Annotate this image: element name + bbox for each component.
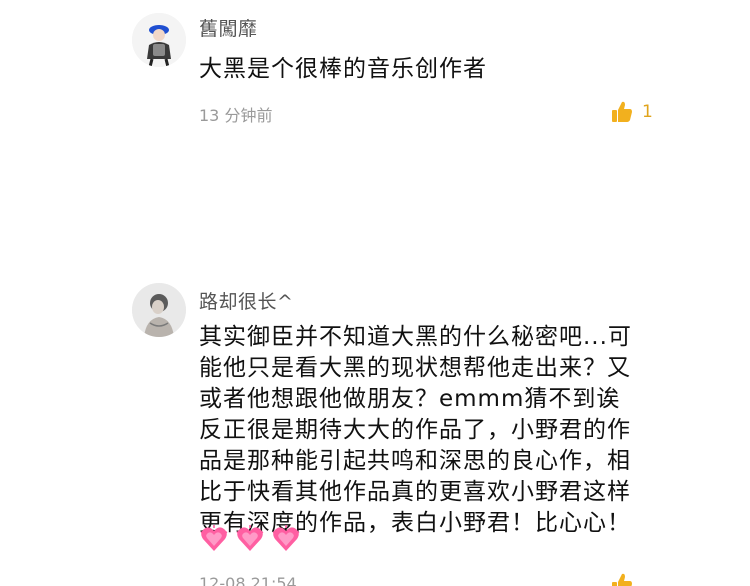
like-button[interactable] <box>610 572 642 586</box>
avatar[interactable] <box>132 283 186 337</box>
username[interactable]: 路却很长^ <box>199 287 293 314</box>
growing-heart-icon <box>236 525 264 551</box>
avatar[interactable] <box>132 13 186 67</box>
comment-text: 大黑是个很棒的音乐创作者 <box>199 56 487 82</box>
growing-heart-icon <box>272 525 300 551</box>
growing-heart-icon <box>200 525 228 551</box>
comment-item: 舊闖靡 大黑是个很棒的音乐创作者 13 分钟前 1 <box>0 0 750 160</box>
comment-text: 其实御臣并不知道大黑的什么秘密吧...可 能他只是看大黑的现状想帮他走出来？又 … <box>199 324 632 536</box>
thumbs-up-icon <box>610 100 634 124</box>
comments-page: 舊闖靡 大黑是个很棒的音乐创作者 13 分钟前 1 路却很长^ 其实御臣并不知道… <box>0 0 750 586</box>
like-button[interactable]: 1 <box>610 100 653 124</box>
comment-item: 路却很长^ 其实御臣并不知道大黑的什么秘密吧...可 能他只是看大黑的现状想帮他… <box>0 268 750 586</box>
emoji-row <box>199 524 301 554</box>
avatar-image <box>132 13 186 67</box>
username[interactable]: 舊闖靡 <box>199 14 258 41</box>
like-count: 1 <box>642 102 653 122</box>
thumbs-up-icon <box>610 572 634 586</box>
comment-time: 13 分钟前 <box>199 106 273 125</box>
avatar-image <box>132 283 186 337</box>
comment-time: 12-08 21:54 <box>199 574 297 586</box>
